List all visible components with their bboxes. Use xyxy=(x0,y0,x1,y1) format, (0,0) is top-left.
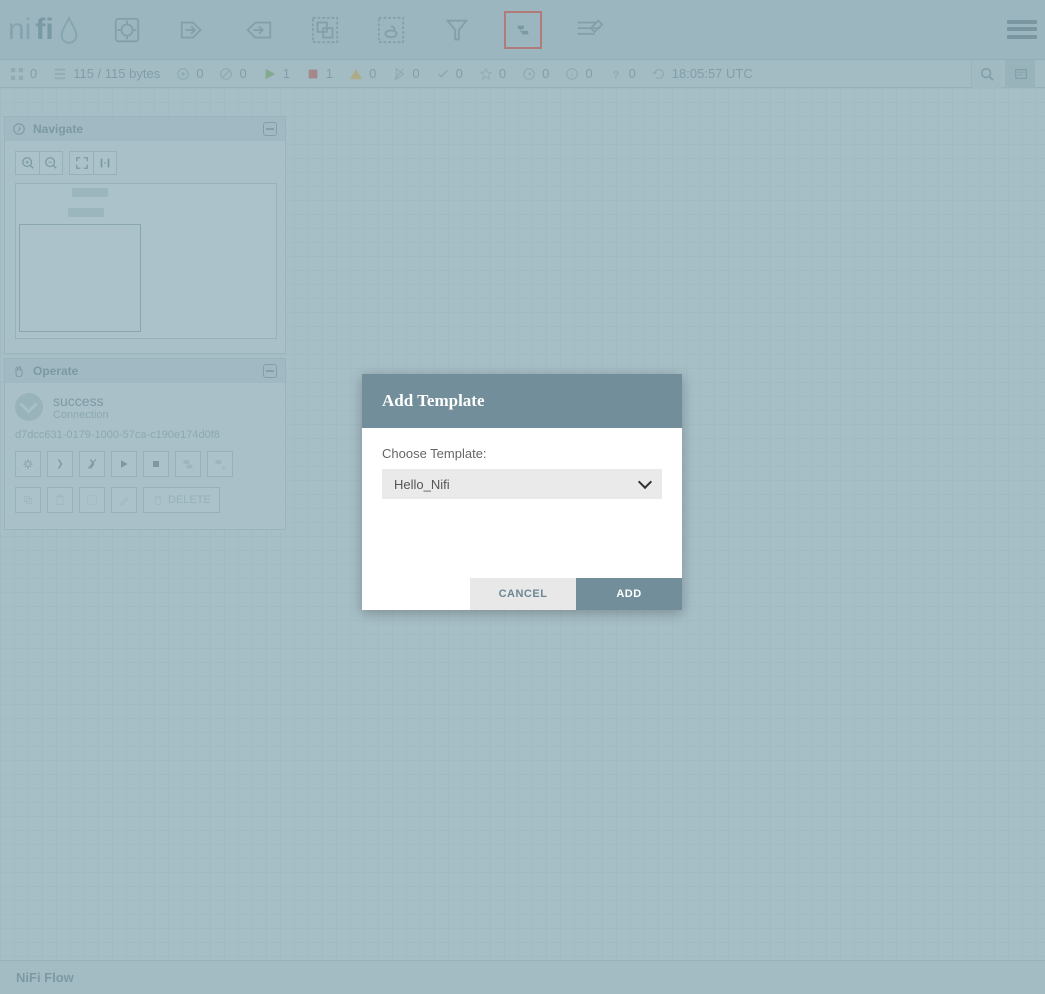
upload-template-button[interactable] xyxy=(207,451,233,477)
navigate-panel-title: Navigate xyxy=(33,122,83,136)
remote-process-group-tool[interactable] xyxy=(372,11,410,49)
up-to-date-count: 0 xyxy=(436,66,463,81)
configure-button[interactable] xyxy=(15,451,41,477)
chevron-down-icon xyxy=(640,481,650,487)
global-menu-button[interactable] xyxy=(1007,15,1037,45)
logo-text-2: fi xyxy=(35,13,53,47)
start-button[interactable] xyxy=(111,451,137,477)
zoom-out-button[interactable] xyxy=(39,151,63,175)
operate-panel-title: Operate xyxy=(33,364,78,378)
connection-icon xyxy=(15,393,43,421)
navigate-panel-header: Navigate xyxy=(5,117,285,141)
collapse-icon[interactable] xyxy=(263,364,277,378)
dialog-title: Add Template xyxy=(362,374,682,428)
logo-text-1: ni xyxy=(8,13,31,47)
zoom-fit-button[interactable] xyxy=(69,151,93,175)
group-button[interactable] xyxy=(79,487,105,513)
stopped-count: 1 xyxy=(306,66,333,81)
svg-text:i: i xyxy=(571,69,573,79)
component-toolbar: nifi xyxy=(0,0,1045,60)
search-button[interactable] xyxy=(971,60,1001,88)
zoom-in-button[interactable] xyxy=(15,151,39,175)
collapse-icon[interactable] xyxy=(263,122,277,136)
label-tool[interactable] xyxy=(570,11,608,49)
disabled-count: 0 xyxy=(392,66,419,81)
disable-button[interactable] xyxy=(79,451,105,477)
total-queued: 115 / 115 bytes xyxy=(53,66,160,81)
running-count: 1 xyxy=(263,66,290,81)
last-refresh: 18:05:57 UTC xyxy=(652,66,753,81)
active-thread-count: 0 xyxy=(10,66,37,81)
nifi-logo: nifi xyxy=(8,13,80,47)
sync-failure-count: i0 xyxy=(565,66,592,81)
component-type: Connection xyxy=(53,409,109,421)
zoom-actual-button[interactable] xyxy=(93,151,117,175)
choose-template-label: Choose Template: xyxy=(382,446,662,461)
processor-tool[interactable] xyxy=(108,11,146,49)
locally-modified-count: 0 xyxy=(479,66,506,81)
stale-count: 0 xyxy=(522,66,549,81)
operate-panel: Operate success Connection d7dcc631-0179… xyxy=(4,358,286,530)
input-port-tool[interactable] xyxy=(174,11,212,49)
stop-button[interactable] xyxy=(143,451,169,477)
birdseye-view[interactable] xyxy=(15,183,277,339)
color-button[interactable] xyxy=(111,487,137,513)
funnel-tool[interactable] xyxy=(438,11,476,49)
navigate-panel: Navigate xyxy=(4,116,286,354)
output-port-tool[interactable] xyxy=(240,11,278,49)
breadcrumb-root[interactable]: NiFi Flow xyxy=(16,970,74,985)
copy-button[interactable] xyxy=(15,487,41,513)
component-id: d7dcc631-0179-1000-57ca-c190e174d0f8 xyxy=(15,429,275,441)
template-tool[interactable] xyxy=(504,11,542,49)
flow-status-bar: 0 115 / 115 bytes 0 0 1 1 0 0 0 0 0 i0 ?… xyxy=(0,60,1045,88)
add-button[interactable]: ADD xyxy=(576,578,682,610)
enable-button[interactable] xyxy=(47,451,73,477)
invalid-count: 0 xyxy=(349,66,376,81)
paste-button[interactable] xyxy=(47,487,73,513)
add-template-dialog: Add Template Choose Template: Hello_Nifi… xyxy=(362,374,682,610)
cancel-button[interactable]: CANCEL xyxy=(470,578,576,610)
not-transmitting-count: 0 xyxy=(219,66,246,81)
component-name: success xyxy=(53,393,109,409)
transmitting-count: 0 xyxy=(176,66,203,81)
template-combo[interactable]: Hello_Nifi xyxy=(382,469,662,499)
template-combo-value: Hello_Nifi xyxy=(394,477,450,492)
operate-panel-header: Operate xyxy=(5,359,285,383)
bulletin-button[interactable] xyxy=(1005,60,1035,88)
compass-icon xyxy=(13,123,25,135)
unknown-count: ?0 xyxy=(609,66,636,81)
svg-text:?: ? xyxy=(612,69,619,81)
process-group-tool[interactable] xyxy=(306,11,344,49)
breadcrumb-bar: NiFi Flow xyxy=(0,960,1045,994)
hand-icon xyxy=(13,365,25,377)
delete-button[interactable]: DELETE xyxy=(143,487,220,513)
water-drop-icon xyxy=(58,16,80,44)
create-template-button[interactable] xyxy=(175,451,201,477)
